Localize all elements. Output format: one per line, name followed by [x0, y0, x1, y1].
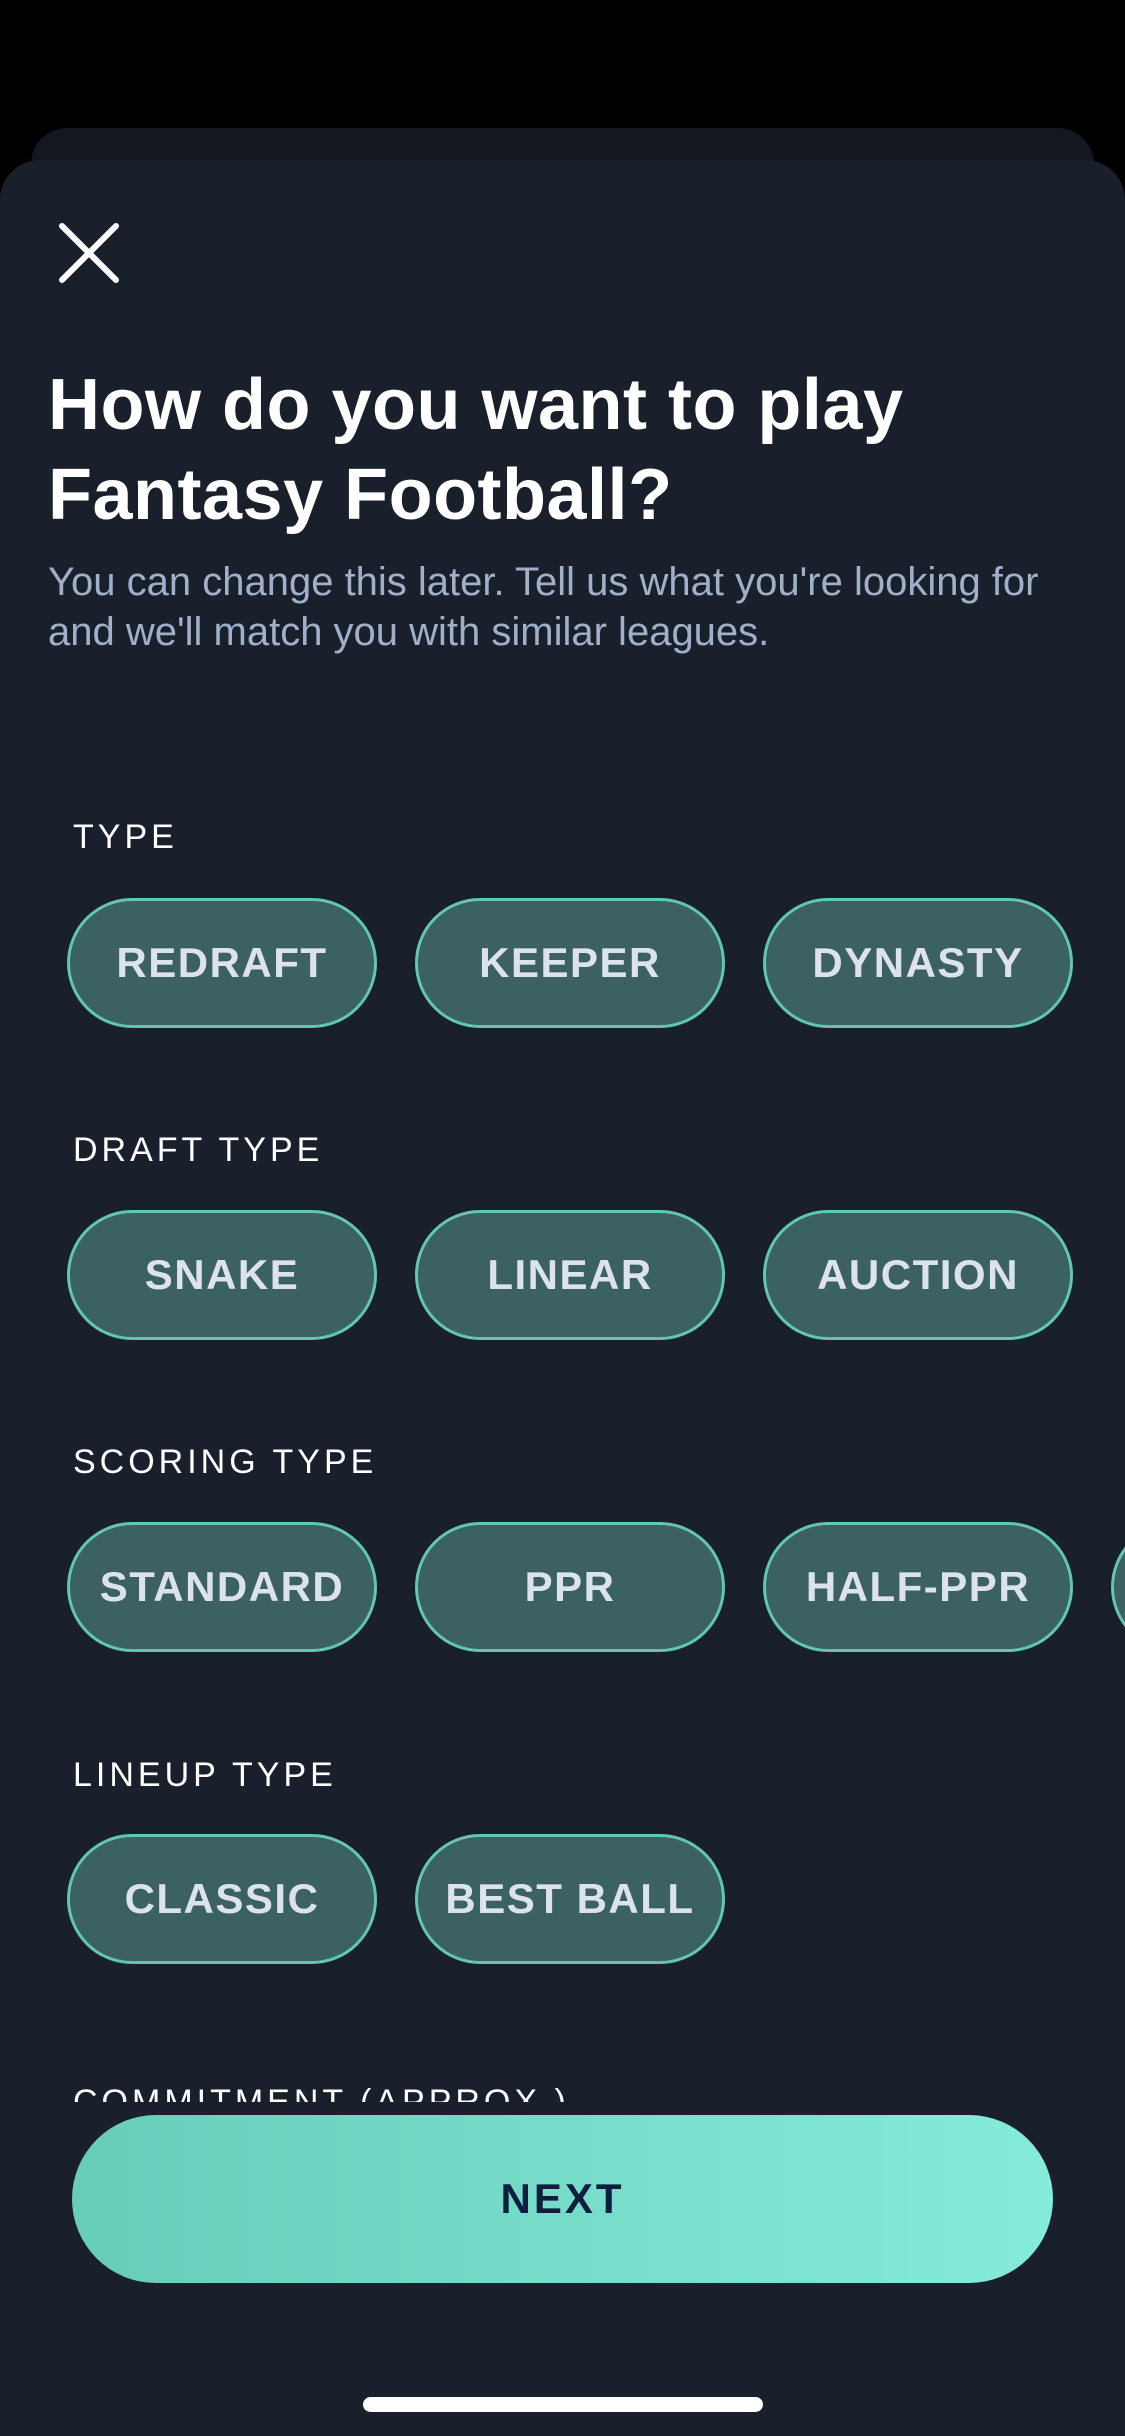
close-button[interactable] — [56, 220, 122, 286]
section-label-scoring-type: SCORING TYPE — [73, 1443, 378, 1481]
section-label-lineup-type: LINEUP TYPE — [73, 1756, 337, 1794]
home-indicator[interactable] — [363, 2397, 763, 2412]
type-options: REDRAFT KEEPER DYNASTY — [67, 898, 1073, 1028]
option-keeper[interactable]: KEEPER — [415, 898, 725, 1028]
section-label-draft-type: DRAFT TYPE — [73, 1131, 324, 1169]
option-redraft[interactable]: REDRAFT — [67, 898, 377, 1028]
option-scoring-more[interactable] — [1111, 1522, 1125, 1652]
section-label-type: TYPE — [73, 818, 178, 856]
scoring-type-options: STANDARD PPR HALF-PPR — [67, 1522, 1125, 1652]
option-auction[interactable]: AUCTION — [763, 1210, 1073, 1340]
option-half-ppr[interactable]: HALF-PPR — [763, 1522, 1073, 1652]
next-button[interactable]: NEXT — [72, 2115, 1053, 2283]
option-best-ball[interactable]: BEST BALL — [415, 1834, 725, 1964]
lineup-type-options: CLASSIC BEST BALL — [67, 1834, 725, 1964]
option-dynasty[interactable]: DYNASTY — [763, 898, 1073, 1028]
section-label-commitment: COMMITMENT (APPROX.) — [73, 2083, 570, 2102]
preferences-sheet: How do you want to play Fantasy Football… — [0, 160, 1125, 2436]
option-ppr[interactable]: PPR — [415, 1522, 725, 1652]
page-subtitle: You can change this later. Tell us what … — [48, 560, 1039, 654]
option-linear[interactable]: LINEAR — [415, 1210, 725, 1340]
option-snake[interactable]: SNAKE — [67, 1210, 377, 1340]
page-title: How do you want to play Fantasy Football… — [48, 365, 904, 535]
option-standard[interactable]: STANDARD — [67, 1522, 377, 1652]
draft-type-options: SNAKE LINEAR AUCTION — [67, 1210, 1073, 1340]
close-icon — [59, 223, 119, 283]
option-classic[interactable]: CLASSIC — [67, 1834, 377, 1964]
